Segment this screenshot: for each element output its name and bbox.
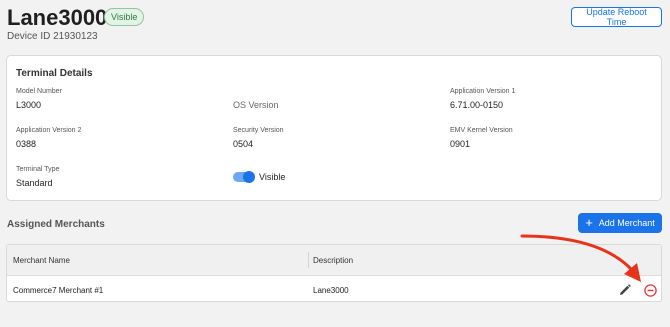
status-badge: Visible	[104, 8, 145, 26]
add-merchant-button[interactable]: + Add Merchant	[578, 213, 662, 233]
model-number-value: L3000	[16, 100, 42, 110]
app-version-1-label: Application Version 1	[450, 88, 516, 95]
column-header-description[interactable]: Description	[313, 256, 353, 265]
app-version-2-value: 0388	[16, 139, 37, 149]
merchants-table: Merchant Name Description Commerce7 Merc…	[6, 244, 662, 302]
column-header-merchant-name[interactable]: Merchant Name	[13, 256, 70, 265]
page-title: Lane3000	[7, 5, 108, 30]
terminal-type-label: Terminal Type	[16, 166, 60, 173]
plus-icon: +	[585, 215, 593, 230]
os-version-value: OS Version	[233, 100, 279, 110]
security-version-label: Security Version	[233, 127, 284, 134]
terminal-details-title: Terminal Details	[16, 68, 93, 79]
app-version-2-label: Application Version 2	[16, 127, 82, 134]
table-header: Merchant Name Description	[7, 245, 661, 276]
update-reboot-time-button[interactable]: Update Reboot Time	[571, 7, 662, 27]
toggle-knob	[243, 171, 255, 183]
app-version-1-value: 6.71.00-0150	[450, 100, 504, 110]
edit-icon[interactable]	[618, 283, 632, 297]
visibility-toggle[interactable]	[233, 171, 255, 183]
security-version-value: 0504	[233, 139, 254, 149]
description-cell: Lane3000	[313, 286, 349, 295]
remove-icon[interactable]	[643, 283, 657, 297]
merchant-name-cell: Commerce7 Merchant #1	[13, 286, 104, 295]
device-id: Device ID 21930123	[7, 31, 98, 42]
visibility-toggle-label: Visible	[259, 172, 286, 182]
terminal-type-value: Standard	[16, 178, 53, 188]
model-number-label: Model Number	[16, 88, 62, 95]
emv-kernel-version-value: 0901	[450, 139, 471, 149]
emv-kernel-version-label: EMV Kernel Version	[450, 127, 513, 134]
terminal-details-card: Terminal Details Model Number L3000 OS V…	[6, 55, 662, 201]
assigned-merchants-title: Assigned Merchants	[7, 219, 105, 230]
column-divider	[308, 252, 309, 268]
add-merchant-label: Add Merchant	[598, 218, 655, 228]
